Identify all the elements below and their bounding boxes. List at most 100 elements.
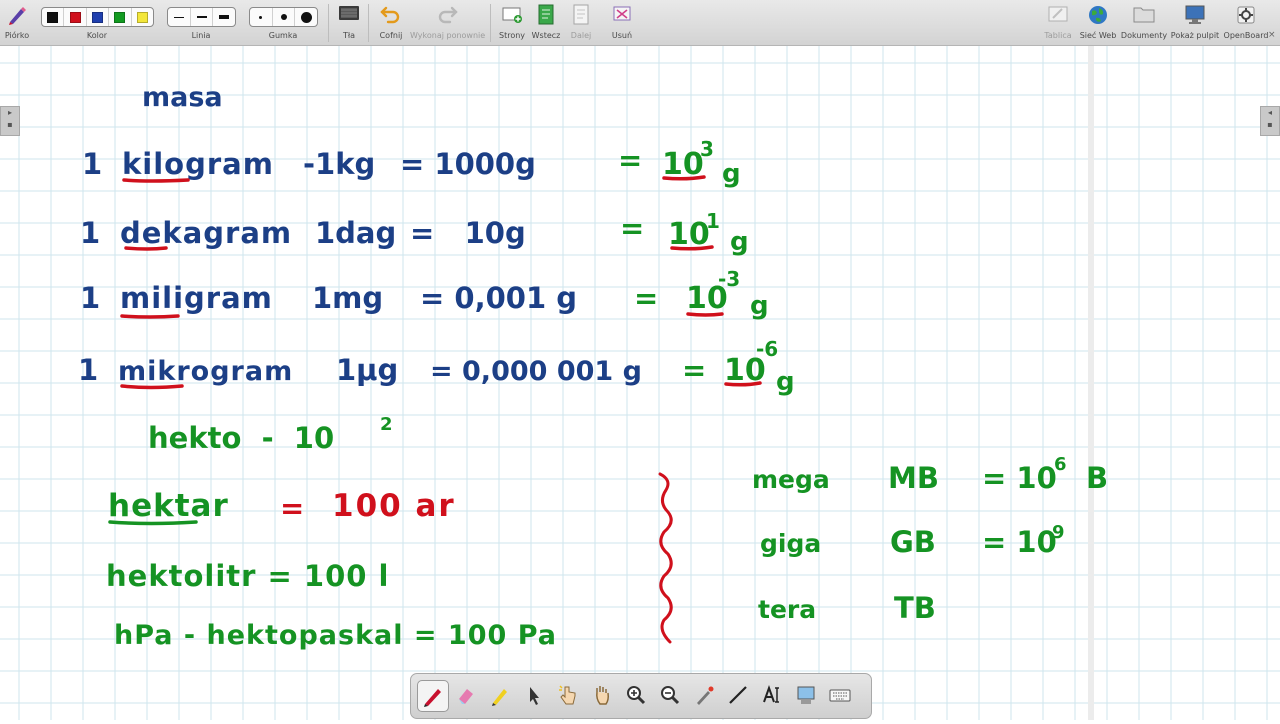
row2-name: dekagram xyxy=(120,216,292,250)
wavy-bracket xyxy=(658,472,673,644)
row2-unit: 1dag xyxy=(315,216,396,250)
hand-tool[interactable] xyxy=(587,680,617,710)
line-tool[interactable] xyxy=(723,680,753,710)
text-tool[interactable] xyxy=(757,680,787,710)
row4-power-exp: -6 xyxy=(756,337,778,361)
text-icon xyxy=(763,685,779,703)
gear-icon xyxy=(1237,6,1255,24)
undo-label: Cofnij xyxy=(379,31,403,40)
next-button[interactable]: Dalej xyxy=(566,0,596,45)
row3-name: miligram xyxy=(120,281,273,315)
underline-10-m6 xyxy=(724,381,762,387)
pointer-hand-icon xyxy=(559,685,576,705)
previous-page-icon xyxy=(538,4,554,25)
hand-icon xyxy=(596,686,609,705)
row1-name: kilogram xyxy=(122,147,274,181)
collapse-toolbar-icon[interactable]: × xyxy=(1268,30,1276,40)
monitor-icon xyxy=(1185,5,1205,24)
screen-capture-icon xyxy=(797,686,815,704)
hpa-line: hPa - hektopaskal = 100 Pa xyxy=(114,620,557,651)
hektar-value: 100 ar xyxy=(332,488,456,524)
toolbar-separator xyxy=(328,4,329,42)
prefix-giga-exp: 9 xyxy=(1052,522,1065,543)
hekto-exponent: 2 xyxy=(380,414,393,435)
delete-button[interactable]: Usuń xyxy=(606,0,638,45)
underline-mikro xyxy=(120,384,184,390)
hektar-word: hektar xyxy=(108,488,229,524)
zoom-out-tool[interactable] xyxy=(655,680,685,710)
row4-power-eq: = xyxy=(682,353,706,387)
eraser-tool[interactable] xyxy=(451,680,481,710)
zoom-in-tool[interactable] xyxy=(621,680,651,710)
prefix-mega-name: mega xyxy=(752,465,830,494)
row3-unit: 1mg xyxy=(312,281,383,315)
pages-label: Strony xyxy=(498,31,526,40)
highlighter-tool[interactable] xyxy=(485,680,515,710)
row2-number: 1 xyxy=(80,216,100,250)
whiteboard-canvas[interactable]: masa 1 kilogram -1kg = 1000g = 10 3 g 1 … xyxy=(0,46,1280,720)
row4-name: mikrogram xyxy=(118,356,293,387)
underline-10-3 xyxy=(662,175,706,181)
interact-tool[interactable] xyxy=(553,680,583,710)
row1-number: 1 xyxy=(82,147,102,181)
capture-tool[interactable] xyxy=(791,680,821,710)
add-page-icon xyxy=(502,7,522,23)
prefix-mega-eq: = 10 xyxy=(982,461,1057,495)
eraser-large-button[interactable] xyxy=(295,8,317,26)
pages-button[interactable]: Strony xyxy=(497,0,527,45)
color-red-button[interactable] xyxy=(64,8,87,26)
pen-icon xyxy=(424,689,441,707)
redo-button[interactable]: Wykonaj ponownie xyxy=(410,0,485,45)
keyboard-icon xyxy=(829,689,851,702)
color-green-button[interactable] xyxy=(109,8,132,26)
row1-power-eq: = xyxy=(618,143,642,177)
eraser-medium-button[interactable] xyxy=(273,8,296,26)
row3-value: = 0,001 g xyxy=(420,281,577,315)
line-label: Linia xyxy=(191,31,211,40)
undo-icon xyxy=(380,6,400,24)
pen-icon xyxy=(9,7,26,25)
undo-button[interactable]: Cofnij xyxy=(374,0,408,45)
toolbar-separator xyxy=(368,4,369,42)
redo-icon xyxy=(438,6,458,24)
row2-power-unit: g xyxy=(730,227,749,257)
line-medium-button[interactable] xyxy=(191,8,214,26)
documents-label: Dokumenty xyxy=(1120,31,1168,40)
toolbar-separator xyxy=(490,4,491,42)
underline-hektar xyxy=(108,520,198,526)
backgrounds-icon xyxy=(339,6,359,20)
openboard-menu-button[interactable]: OpenBoard xyxy=(1222,0,1270,45)
row3-power-eq: = xyxy=(634,281,658,315)
right-panel-toggle[interactable]: ◂ ▪ xyxy=(1260,106,1280,136)
laser-pointer-tool[interactable] xyxy=(689,680,719,710)
eraser-small-button[interactable] xyxy=(250,8,273,26)
back-label: Wstecz xyxy=(531,31,561,40)
color-blue-button[interactable] xyxy=(87,8,110,26)
line-thick-button[interactable] xyxy=(213,8,235,26)
masa-heading: masa xyxy=(142,82,223,113)
desktop-label: Pokaż pulpit xyxy=(1170,31,1220,40)
left-panel-toggle[interactable]: ▸ ▪ xyxy=(0,106,20,136)
virtual-keyboard-tool[interactable] xyxy=(825,680,855,710)
board-icon xyxy=(1048,6,1068,22)
back-button[interactable]: Wstecz xyxy=(530,0,562,45)
prefix-tera-name: tera xyxy=(758,595,816,624)
show-desktop-button[interactable]: Pokaż pulpit xyxy=(1170,0,1220,45)
color-yellow-button[interactable] xyxy=(132,8,153,26)
delete-page-icon xyxy=(613,6,631,21)
board-mode-button[interactable]: Tablica xyxy=(1040,0,1076,45)
next-page-icon xyxy=(573,4,589,25)
color-black-button[interactable] xyxy=(42,8,65,26)
next-label: Dalej xyxy=(570,31,592,40)
web-button[interactable]: Sieć Web xyxy=(1078,0,1118,45)
pen-tool-button[interactable]: Piórko xyxy=(0,0,34,45)
eraser-icon xyxy=(459,689,473,704)
underline-mili xyxy=(120,314,180,319)
line-width-picker: Linia xyxy=(166,0,236,45)
line-thin-button[interactable] xyxy=(168,8,191,26)
backgrounds-button[interactable]: Tła xyxy=(334,0,364,45)
select-tool[interactable] xyxy=(519,680,549,710)
documents-button[interactable]: Dokumenty xyxy=(1120,0,1168,45)
board-label: Tablica xyxy=(1044,31,1072,40)
pen-tool[interactable] xyxy=(417,680,449,712)
